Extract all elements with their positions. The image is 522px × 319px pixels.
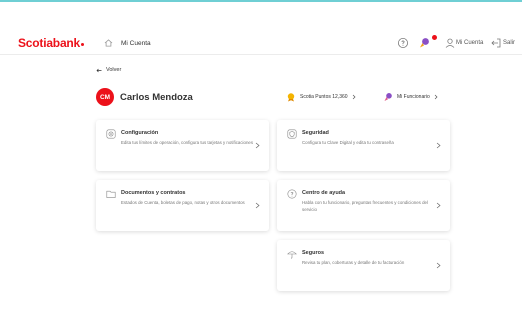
arrow-left-icon — [96, 68, 102, 72]
help-icon — [287, 189, 297, 199]
card-title: Configuración — [121, 130, 159, 136]
shield-icon — [287, 129, 297, 139]
user-icon[interactable] — [444, 37, 456, 49]
notification-icon[interactable] — [418, 37, 430, 49]
chevron-right-icon — [436, 142, 441, 149]
user-account-link[interactable]: Mi Cuenta — [456, 40, 483, 46]
chevron-right-icon — [436, 202, 441, 209]
avatar: CM — [96, 88, 114, 106]
help-icon[interactable] — [397, 37, 409, 49]
scotiabank-logo[interactable]: Scotiabank — [18, 36, 85, 50]
chevron-right-icon — [436, 262, 441, 269]
folder-icon — [106, 190, 116, 198]
logout-link[interactable]: Salir — [503, 40, 515, 46]
card-configuracion[interactable]: Configuración Edita tus límites de opera… — [96, 120, 269, 171]
manager-label: Mi Funcionario — [397, 94, 430, 100]
card-seguridad[interactable]: Seguridad Configura tu Clave Digital y e… — [277, 120, 450, 171]
notification-badge — [432, 35, 437, 40]
card-description: Revisa tu plan, coberturas y detalle de … — [302, 260, 405, 265]
header-divider — [0, 54, 522, 55]
card-description: Estados de Cuenta, boletas de pago, nota… — [121, 200, 245, 205]
header: Scotiabank Mi Cuenta Mi Cuenta Salir — [0, 32, 522, 54]
top-accent-line — [0, 0, 522, 2]
points-label: Scotia Puntos 12,360 — [300, 94, 348, 100]
card-description: Configura tu Clave Digital y edita tu co… — [302, 140, 394, 145]
back-link[interactable]: Volver — [96, 67, 121, 73]
gear-icon — [106, 129, 116, 139]
chevron-right-icon — [352, 94, 356, 100]
card-description: Habla con tu funcionario, preguntas frec… — [302, 200, 428, 212]
chevron-right-icon — [434, 94, 438, 100]
card-centro-de-ayuda[interactable]: Centro de ayuda Habla con tu funcionario… — [277, 180, 450, 231]
chevron-right-icon — [255, 142, 260, 149]
manager-icon — [384, 93, 392, 101]
umbrella-icon — [287, 251, 297, 259]
home-icon[interactable] — [104, 39, 113, 47]
card-title: Seguros — [302, 250, 325, 256]
manager-badge[interactable]: Mi Funcionario — [383, 91, 438, 103]
card-title: Documentos y contratos — [121, 190, 186, 196]
scotia-points-badge[interactable]: Scotia Puntos 12,360 — [286, 91, 356, 103]
chevron-right-icon — [255, 202, 260, 209]
breadcrumb-title: Mi Cuenta — [121, 40, 151, 47]
points-icon — [287, 93, 295, 102]
back-label: Volver — [106, 67, 122, 73]
exit-icon[interactable] — [490, 37, 502, 49]
card-description: Edita tus límites de operación, configur… — [121, 140, 254, 145]
user-name: Carlos Mendoza — [120, 92, 193, 103]
card-title: Seguridad — [302, 130, 329, 136]
card-seguros[interactable]: Seguros Revisa tu plan, coberturas y det… — [277, 240, 450, 291]
card-title: Centro de ayuda — [302, 190, 346, 196]
card-documentos[interactable]: Documentos y contratos Estados de Cuenta… — [96, 180, 269, 231]
